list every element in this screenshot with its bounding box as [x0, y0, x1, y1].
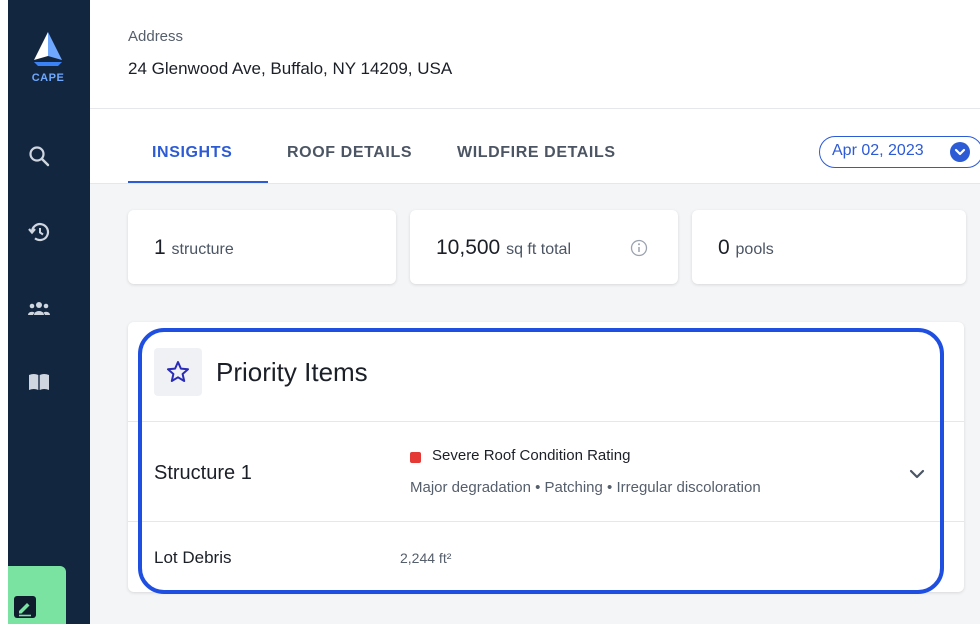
stat-pools: 0 pools: [692, 210, 966, 284]
sail-icon: [34, 32, 62, 66]
info-icon[interactable]: [630, 239, 648, 257]
stat-number: 10,500: [436, 236, 501, 259]
address-value: 24 Glenwood Ave, Buffalo, NY 14209, USA: [128, 59, 453, 78]
priority-items-card: Priority Items Structure 1 Severe Roof C…: [128, 322, 964, 592]
stat-area: 10,500 sq ft total: [410, 210, 678, 284]
history-icon[interactable]: [27, 220, 51, 244]
chevron-down-icon: [909, 469, 925, 479]
cape-logo[interactable]: CAPE: [28, 30, 68, 90]
lot-debris-value: 2,244 ft²: [400, 550, 452, 566]
severity-indicator: [410, 452, 421, 463]
star-icon-box: [154, 348, 202, 396]
feedback-button[interactable]: [8, 566, 66, 624]
date-selector[interactable]: Apr 02, 2023: [819, 136, 980, 168]
stat-unit: structure: [171, 241, 234, 258]
stat-unit: sq ft total: [506, 241, 571, 258]
star-icon: [167, 361, 189, 382]
structure-name: Structure 1: [154, 462, 252, 484]
main-content: Address 24 Glenwood Ave, Buffalo, NY 142…: [90, 0, 980, 624]
priority-items-title: Priority Items: [216, 357, 368, 387]
feedback-icon: [14, 596, 36, 618]
header-divider: [90, 108, 980, 109]
divider: [128, 521, 964, 522]
stat-number: 0: [718, 236, 730, 259]
stat-unit: pools: [735, 241, 774, 258]
divider: [128, 421, 964, 422]
severity-label: Severe Roof Condition Rating: [432, 447, 631, 464]
book-icon[interactable]: [27, 370, 51, 394]
stat-number: 1: [154, 236, 166, 259]
date-value: Apr 02, 2023: [832, 142, 924, 159]
logo-text: CAPE: [31, 72, 65, 84]
lot-debris-label: Lot Debris: [154, 548, 232, 567]
severity-details: Major degradation • Patching • Irregular…: [410, 479, 761, 496]
tab-insights[interactable]: INSIGHTS: [152, 128, 232, 184]
expand-row-button[interactable]: [902, 459, 932, 489]
users-icon[interactable]: [27, 296, 51, 320]
search-icon[interactable]: [27, 144, 51, 168]
sidebar: CAPE: [8, 0, 90, 624]
window-edge: [0, 0, 8, 624]
address-label: Address: [128, 28, 184, 45]
tab-wildfire-details[interactable]: WILDFIRE DETAILS: [457, 128, 616, 184]
stat-structures: 1 structure: [128, 210, 396, 284]
chevron-down-icon: [950, 142, 970, 162]
tab-roof-details[interactable]: ROOF DETAILS: [287, 128, 412, 184]
